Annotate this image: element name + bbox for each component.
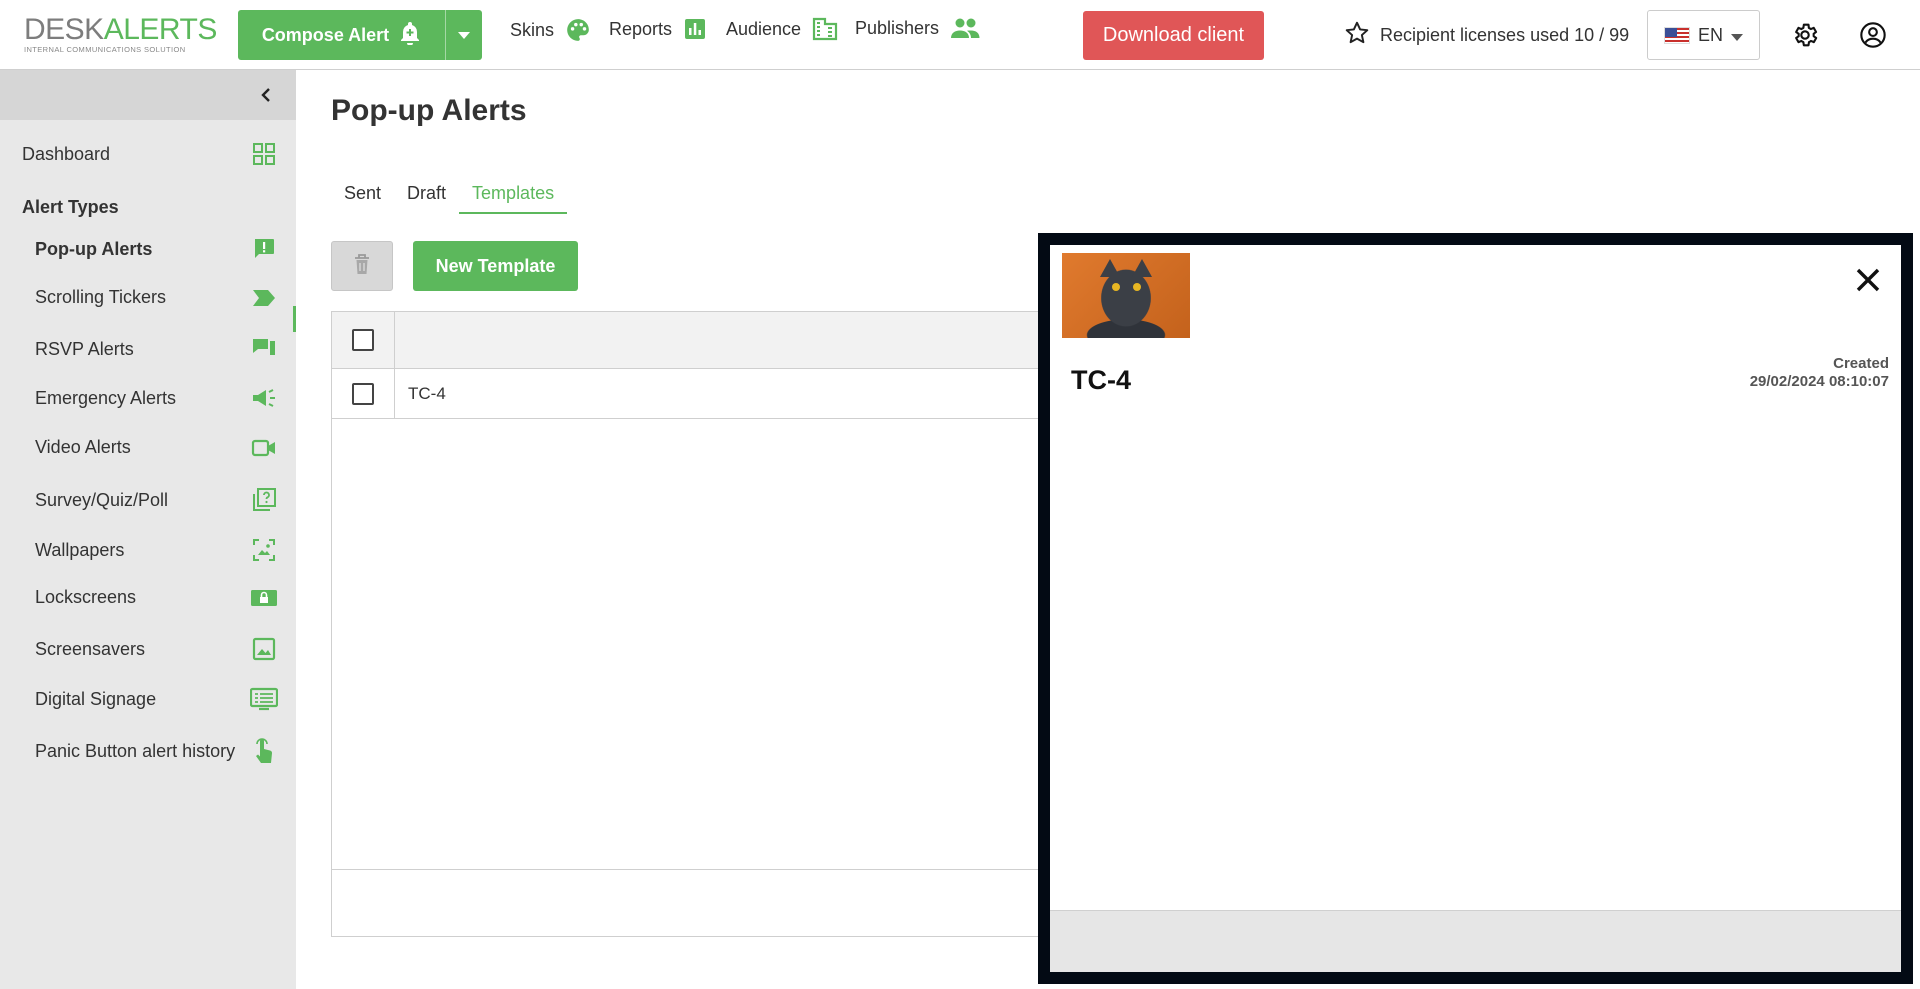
nav-reports[interactable]: Reports	[609, 17, 707, 41]
building-icon	[812, 17, 838, 41]
trash-icon	[353, 253, 371, 280]
us-flag-icon	[1663, 26, 1690, 44]
language-select[interactable]: EN	[1647, 10, 1760, 60]
video-camera-icon	[250, 438, 278, 458]
created-timestamp: 29/02/2024 08:10:07	[1749, 373, 1889, 390]
sidebar-item-label: Wallpapers	[35, 539, 125, 560]
logo-tagline: INTERNAL COMMUNICATIONS SOLUTION	[24, 45, 186, 54]
lock-screen-icon	[250, 588, 278, 608]
nav-skins-label: Skins	[510, 19, 555, 40]
cat-eye-left	[1112, 283, 1120, 291]
nav-audience-label: Audience	[726, 18, 802, 39]
sidebar-item-scrolling-tickers[interactable]: Scrolling Tickers	[35, 287, 278, 308]
sidebar-item-lockscreens[interactable]: Lockscreens	[35, 587, 278, 608]
compose-alert-label: Compose Alert	[261, 24, 390, 45]
cat-eye-right	[1133, 283, 1141, 291]
sidebar-item-label: Emergency Alerts	[35, 387, 177, 408]
sidebar-item-label: RSVP Alerts	[35, 338, 134, 359]
dashboard-grid-icon	[250, 142, 278, 166]
template-name[interactable]: TC-4	[408, 384, 446, 404]
created-label: Created	[1833, 355, 1889, 372]
row-checkbox-cell	[332, 369, 395, 418]
language-value: EN	[1697, 24, 1723, 45]
nav-publishers[interactable]: Publishers	[855, 17, 980, 39]
nav-skins[interactable]: Skins	[510, 17, 591, 43]
compose-alert-button[interactable]: Compose Alert	[238, 10, 445, 60]
sidebar-item-wallpapers[interactable]: Wallpapers	[35, 537, 278, 563]
cat-ear-left	[1100, 259, 1120, 277]
nav-reports-label: Reports	[609, 18, 673, 39]
sidebar-item-panic-button-history[interactable]: Panic Button alert history	[35, 737, 278, 765]
alert-bubble-icon	[250, 237, 278, 261]
sidebar-item-survey-quiz-poll[interactable]: Survey/Quiz/Poll	[35, 487, 278, 513]
compose-alert-button-group: Compose Alert	[238, 10, 482, 60]
template-preview-popup: TC-4 Created 29/02/2024 08:10:07	[1038, 233, 1913, 984]
sidebar-item-popup-alerts[interactable]: Pop-up Alerts	[35, 237, 278, 261]
touch-icon	[250, 737, 278, 765]
monitor-list-icon	[250, 687, 278, 711]
tag-arrow-icon	[250, 288, 278, 308]
sidebar-item-label: Screensavers	[35, 638, 146, 659]
download-client-button[interactable]: Download client	[1083, 11, 1264, 60]
logo[interactable]: DESKALERTS INTERNAL COMMUNICATIONS SOLUT…	[24, 13, 218, 55]
row-checkbox[interactable]	[352, 382, 374, 405]
wallpaper-icon	[250, 537, 278, 563]
cat-ear-right	[1132, 259, 1152, 277]
star-outline-icon	[1344, 20, 1370, 51]
nav-audience[interactable]: Audience	[726, 17, 838, 41]
sidebar-item-label: Pop-up Alerts	[35, 238, 153, 259]
select-all-checkbox[interactable]	[352, 329, 374, 351]
chevron-left-icon[interactable]	[260, 87, 272, 108]
sidebar-item-label: Panic Button alert history	[35, 740, 236, 761]
user-account-icon[interactable]	[1859, 21, 1887, 54]
close-icon[interactable]	[1855, 267, 1881, 298]
tab-templates[interactable]: Templates	[459, 180, 568, 214]
sidebar-collapse-bar[interactable]	[0, 70, 296, 120]
delete-button[interactable]	[331, 241, 393, 291]
compose-dropdown-button[interactable]	[445, 10, 482, 60]
sidebar-item-digital-signage[interactable]: Digital Signage	[35, 687, 278, 711]
page-title: Pop-up Alerts	[331, 94, 527, 127]
question-icon	[250, 487, 278, 513]
tab-bar: Sent Draft Templates	[331, 180, 568, 214]
tab-draft[interactable]: Draft	[394, 180, 459, 214]
popup-footer	[1050, 910, 1901, 972]
popup-created-info: Created 29/02/2024 08:10:07	[1750, 355, 1889, 391]
sidebar-section-heading: Alert Types	[22, 197, 119, 217]
gear-icon[interactable]	[1791, 21, 1819, 54]
logo-text-alerts: ALERTS	[103, 13, 218, 46]
caret-down-icon	[1731, 25, 1743, 46]
palette-icon	[565, 17, 591, 43]
sidebar-item-label: Scrolling Tickers	[35, 287, 167, 307]
tab-sent[interactable]: Sent	[331, 180, 394, 214]
image-icon	[250, 637, 278, 661]
active-indicator	[293, 306, 296, 332]
chat-bubbles-icon	[250, 337, 278, 361]
template-thumbnail-image	[1062, 253, 1190, 338]
sidebar-item-label: Video Alerts	[35, 437, 131, 457]
sidebar: Dashboard Alert Types Pop-up Alerts Scro…	[0, 70, 296, 989]
people-icon	[950, 17, 980, 39]
bell-plus-icon	[399, 21, 421, 50]
select-all-cell	[332, 312, 395, 368]
popup-title: TC-4	[1071, 365, 1131, 395]
nav-publishers-label: Publishers	[855, 17, 940, 38]
sidebar-item-screensavers[interactable]: Screensavers	[35, 637, 278, 661]
recipient-licenses[interactable]: Recipient licenses used 10 / 99	[1344, 20, 1629, 51]
sidebar-item-label: Lockscreens	[35, 587, 137, 607]
caret-down-icon	[458, 26, 470, 44]
sidebar-item-emergency-alerts[interactable]: Emergency Alerts	[35, 387, 278, 409]
new-template-button[interactable]: New Template	[413, 241, 578, 291]
sidebar-item-dashboard[interactable]: Dashboard	[22, 142, 278, 166]
megaphone-icon	[250, 387, 278, 409]
licenses-label: Recipient licenses used 10 / 99	[1380, 25, 1630, 45]
sidebar-item-rsvp-alerts[interactable]: RSVP Alerts	[35, 337, 278, 361]
sidebar-item-label: Survey/Quiz/Poll	[35, 489, 169, 510]
sidebar-item-video-alerts[interactable]: Video Alerts	[35, 437, 278, 458]
top-header: DESKALERTS INTERNAL COMMUNICATIONS SOLUT…	[0, 0, 1920, 70]
sidebar-item-label: Dashboard	[22, 143, 111, 164]
sidebar-item-label: Digital Signage	[35, 688, 157, 709]
bar-chart-icon	[683, 17, 707, 41]
logo-text-desk: DESK	[24, 13, 104, 46]
